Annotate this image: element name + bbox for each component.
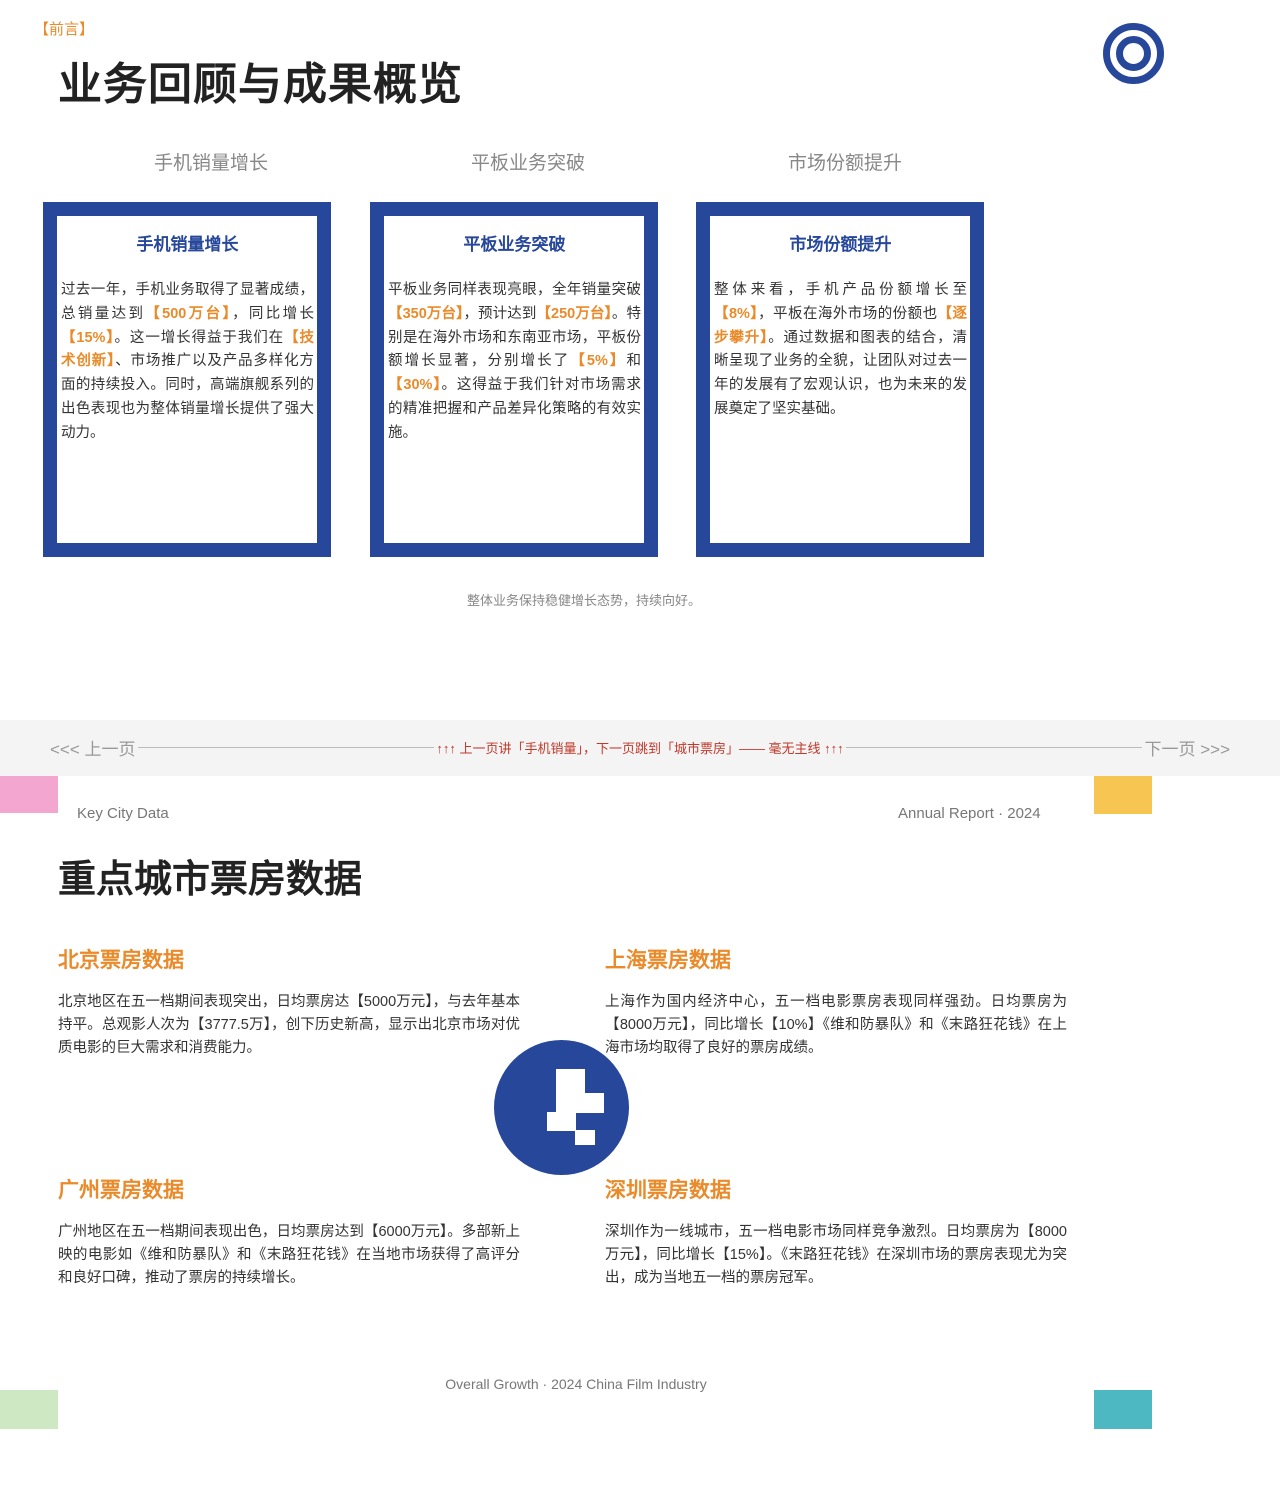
next-page-link[interactable]: 下一页 >>>: [1142, 735, 1230, 760]
column-heading-market: 市场份额提升: [787, 153, 902, 174]
card-body: 平板业务同样表现亮眼，全年销量突破【350万台】，预计达到【250万台】。特别是…: [388, 279, 641, 446]
card-title: 平板业务突破: [463, 235, 566, 254]
city-heading-beijing: 北京票房数据: [58, 949, 184, 972]
city-body-beijing: 北京地区在五一档期间表现突出，日均票房达【5000万元】，与去年基本持平。总观影…: [58, 994, 520, 1056]
corner-square-pink: [0, 776, 58, 813]
city-heading-guangzhou: 广州票房数据: [58, 1179, 184, 1202]
card-body: 过去一年，手机业务取得了显著成绩，总销量达到【500万台】，同比增长【15%】。…: [61, 279, 314, 446]
corner-square-green: [0, 1390, 58, 1429]
body-text: ，同比增长: [232, 305, 315, 322]
card-body: 整体来看，手机产品份额增长至【8%】，平板在海外市场的份额也【逐步攀升】。通过数…: [714, 279, 967, 422]
body-text: 整体来看，手机产品份额增长至: [714, 282, 967, 298]
highlight-text: 【500万台】: [145, 305, 233, 322]
slide-city-box-office: Key City Data Annual Report · 2024 重点城市票…: [0, 776, 1280, 1496]
city-body-guangzhou: 广州地区在五一档期间表现出色，日均票房达到【6000万元】。多部新上映的电影如《…: [58, 1224, 520, 1286]
city-body-shanghai: 上海作为国内经济中心，五一档电影票房表现同样强劲。日均票房为【8000万元】，同…: [605, 994, 1067, 1056]
card-tablet-breakthrough: 平板业务突破 平板业务同样表现亮眼，全年销量突破【350万台】，预计达到【250…: [370, 202, 658, 557]
highlight-text: 【250万台】: [536, 305, 612, 322]
body-text: 。这一增长得益于我们在: [114, 329, 285, 346]
page-title: 业务回顾与成果概览: [58, 60, 463, 109]
body-text: 平板业务同样表现亮眼，全年销量突破: [388, 282, 641, 298]
transition-note: ↑↑↑ 上一页讲「手机销量」，下一页跳到「城市票房」—— 毫无主线 ↑↑↑: [0, 738, 1280, 757]
card-market-share: 市场份额提升 整体来看，手机产品份额增长至【8%】，平板在海外市场的份额也【逐步…: [696, 202, 984, 557]
corner-square-teal: [1094, 1390, 1152, 1429]
eyebrow-left: Key City Data: [77, 805, 169, 822]
card-title: 市场份额提升: [789, 235, 892, 254]
card-title: 手机销量增长: [136, 235, 239, 254]
pixel-logo-icon: [494, 1040, 629, 1175]
body-text: 和: [626, 353, 642, 370]
corner-square-yellow: [1094, 776, 1152, 814]
body-text: ，平板在海外市场的份额也: [758, 305, 938, 322]
transition-note-text: ↑↑↑ 上一页讲「手机销量」，下一页跳到「城市票房」—— 毫无主线 ↑↑↑: [434, 741, 846, 756]
column-heading-phone: 手机销量增长: [153, 153, 268, 174]
footer-caption: Overall Growth · 2024 China Film Industr…: [445, 1376, 707, 1392]
column-heading-tablet: 平板业务突破: [470, 153, 585, 174]
highlight-text: 【8%】: [714, 305, 759, 322]
card-phone-sales: 手机销量增长 过去一年，手机业务取得了显著成绩，总销量达到【500万台】，同比增…: [43, 202, 331, 557]
page-navigation-bar: <<< 上一页 ↑↑↑ 上一页讲「手机销量」，下一页跳到「城市票房」—— 毫无主…: [0, 720, 1280, 776]
page-title: 重点城市票房数据: [58, 859, 363, 901]
ring-logo-icon: [1103, 23, 1164, 84]
eyebrow-right: Annual Report · 2024: [898, 805, 1041, 822]
highlight-text: 【30%】: [388, 377, 442, 394]
highlight-text: 【15%】: [61, 329, 115, 346]
body-text: ，预计达到: [463, 305, 537, 322]
highlight-text: 【350万台】: [388, 305, 464, 322]
section-tag: 【前言】: [34, 21, 95, 38]
footnote: 整体业务保持稳健增长态势，持续向好。: [466, 593, 701, 608]
highlight-text: 【5%】: [570, 353, 627, 370]
city-body-shenzhen: 深圳作为一线城市，五一档电影市场同样竞争激烈。日均票房为【8000万元】，同比增…: [605, 1224, 1067, 1286]
city-heading-shanghai: 上海票房数据: [605, 949, 731, 972]
city-heading-shenzhen: 深圳票房数据: [605, 1179, 731, 1202]
slide-business-review: 【前言】 业务回顾与成果概览 手机销量增长 平板业务突破 市场份额提升 手机销量…: [0, 0, 1280, 720]
